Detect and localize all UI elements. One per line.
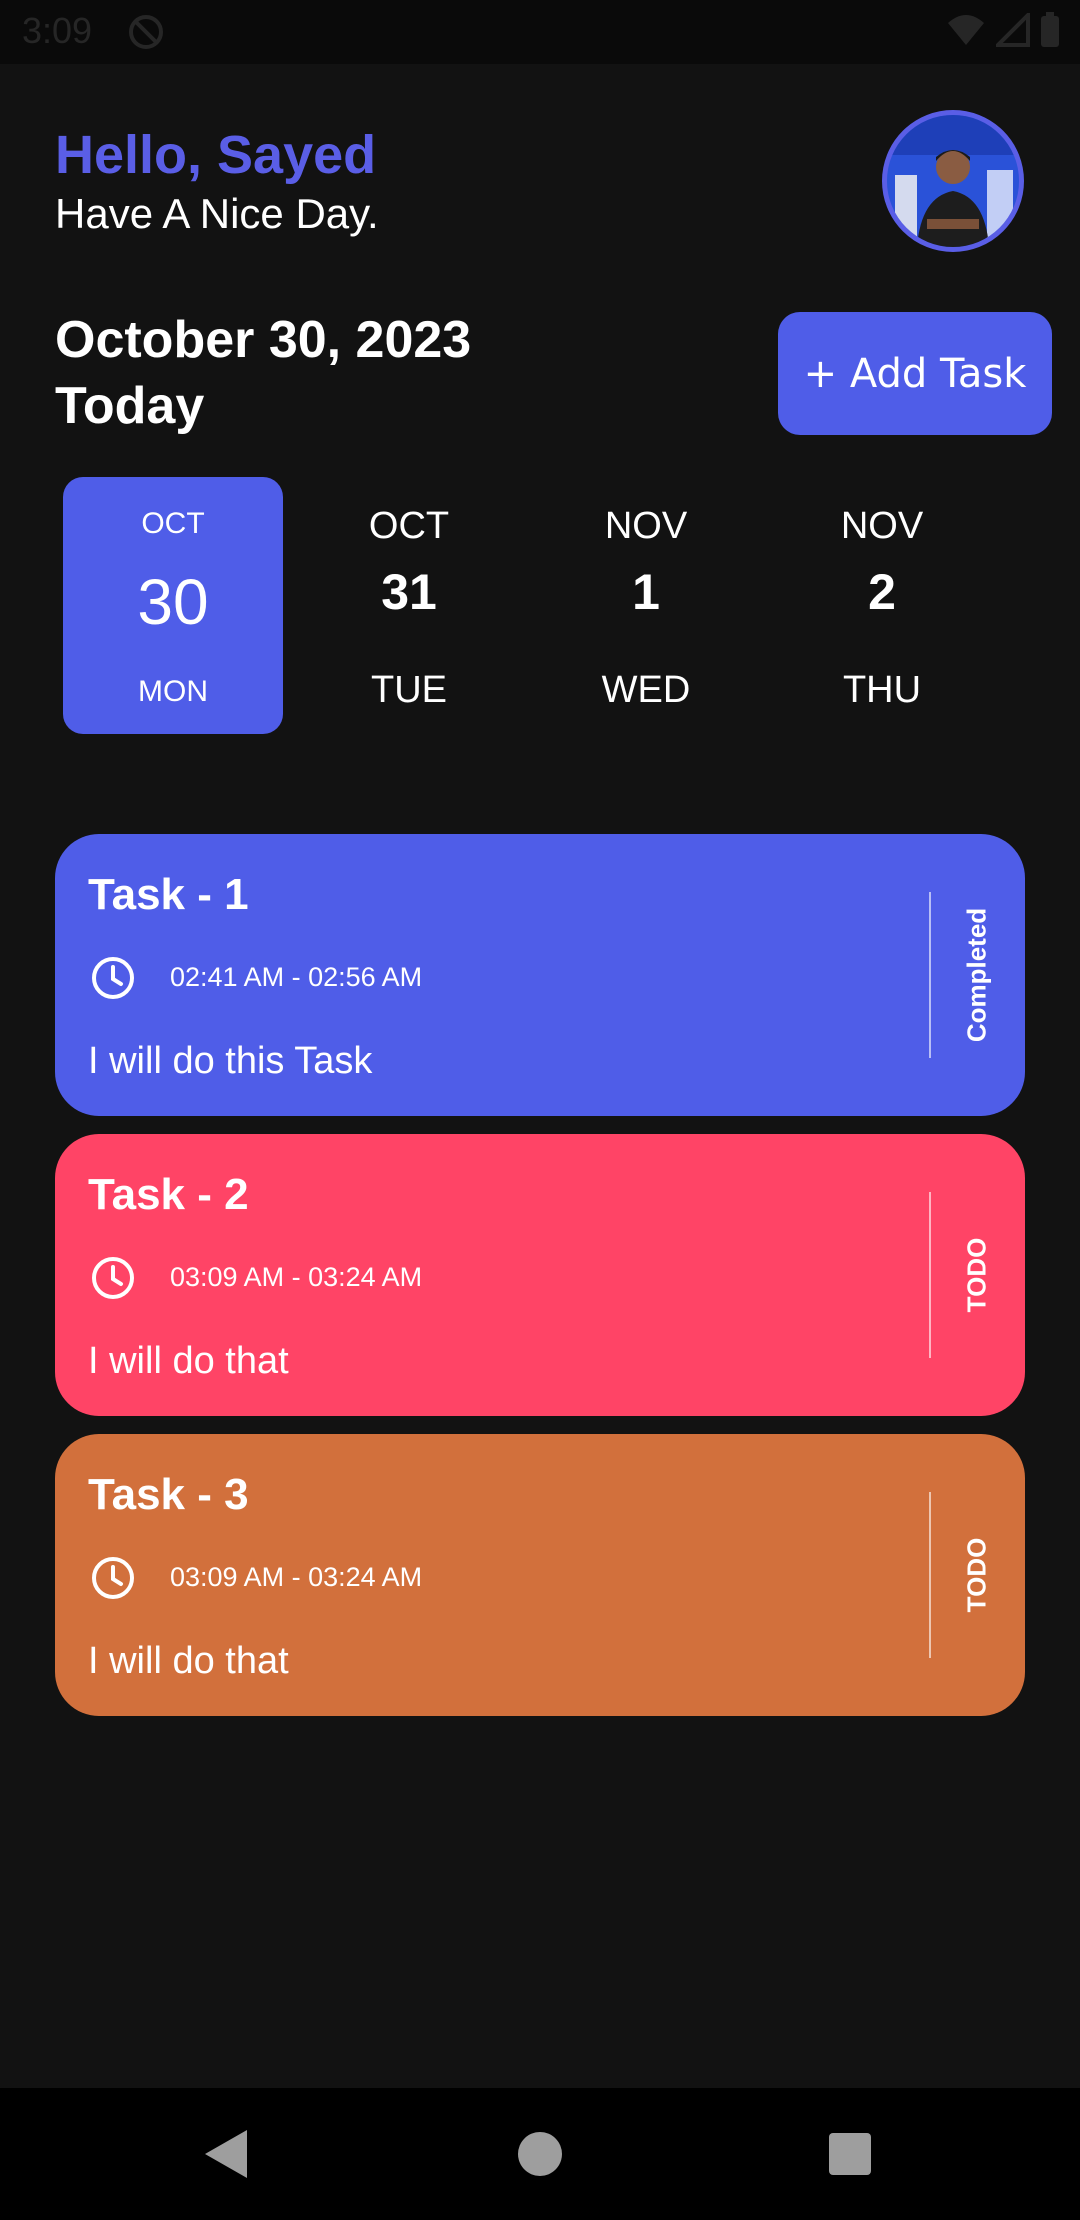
task-divider [929, 892, 931, 1058]
task-card[interactable]: Task - 2 03:09 AM - 03:24 AM I will do t… [55, 1134, 1025, 1416]
day-number: 2 [868, 564, 896, 620]
subgreeting: Have A Nice Day. [55, 190, 379, 237]
current-date: October 30, 2023 [55, 311, 472, 369]
task-note: I will do that [88, 1640, 289, 1682]
calendar-day[interactable]: NOV 2 THU [772, 477, 992, 734]
day-weekday: THU [842, 669, 922, 711]
system-nav-bar [0, 2088, 1080, 2220]
battery-icon [1041, 12, 1059, 47]
calendar-day[interactable]: OCT 30 MON [63, 477, 283, 734]
status-time: 3:09 [22, 10, 93, 51]
signal-icon [996, 13, 1030, 47]
recents-icon[interactable] [829, 2133, 871, 2175]
task-status: Completed [961, 907, 992, 1043]
calendar-day[interactable]: NOV 1 WED [536, 477, 756, 734]
avatar[interactable] [882, 110, 1024, 252]
avatar-image [887, 115, 1019, 247]
task-time: 03:09 AM - 03:24 AM [170, 1262, 423, 1292]
task-time: 03:09 AM - 03:24 AM [170, 1562, 423, 1592]
clock-icon [92, 957, 134, 999]
day-weekday: WED [601, 669, 691, 711]
task-divider [929, 1492, 931, 1658]
home-icon[interactable] [518, 2132, 562, 2176]
add-task-button[interactable]: + Add Task [778, 312, 1052, 435]
status-bar: 3:09 [0, 0, 1080, 64]
day-month: OCT [368, 505, 450, 547]
greeting: Hello, Sayed [55, 125, 377, 185]
today-label: Today [55, 377, 205, 435]
day-month: NOV [604, 505, 688, 547]
task-note: I will do this Task [88, 1040, 373, 1082]
task-card[interactable]: Task - 3 03:09 AM - 03:24 AM I will do t… [55, 1434, 1025, 1716]
task-time: 02:41 AM - 02:56 AM [170, 962, 423, 992]
task-divider [929, 1192, 931, 1358]
wifi-icon [948, 15, 984, 45]
clock-icon [92, 1257, 134, 1299]
day-number: 30 [137, 566, 209, 638]
task-status: TODO [961, 1537, 992, 1613]
day-month: OCT [141, 507, 205, 540]
day-weekday: MON [138, 675, 208, 708]
task-note: I will do that [88, 1340, 289, 1382]
day-number: 31 [381, 564, 437, 620]
task-card[interactable]: Task - 1 02:41 AM - 02:56 AM I will do t… [55, 834, 1025, 1116]
date-picker-strip: OCT 30 MON OCT 31 TUE NOV 1 WED NOV 2 TH… [63, 477, 1023, 734]
calendar-day[interactable]: OCT 31 TUE [299, 477, 519, 734]
back-icon[interactable] [203, 2128, 249, 2180]
do-not-disturb-icon [129, 15, 163, 49]
status-icons [946, 12, 1060, 48]
task-title: Task - 3 [88, 1470, 249, 1519]
task-title: Task - 2 [88, 1170, 249, 1219]
day-month: NOV [840, 505, 924, 547]
task-title: Task - 1 [88, 870, 249, 919]
task-status: TODO [961, 1237, 992, 1313]
clock-icon [92, 1557, 134, 1599]
day-number: 1 [632, 564, 660, 620]
day-weekday: TUE [371, 669, 447, 711]
